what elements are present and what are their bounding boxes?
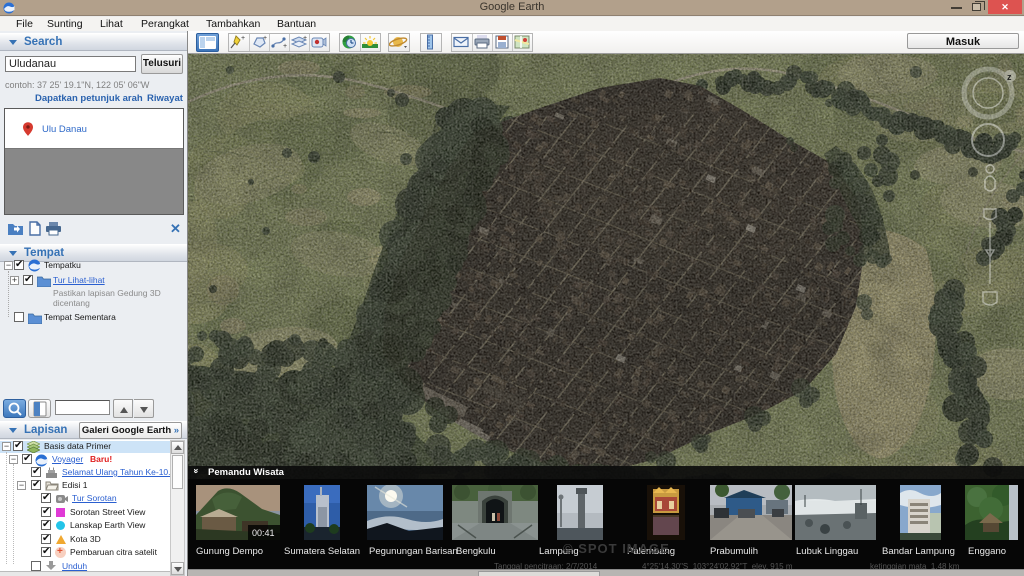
svg-text:+: + [283, 43, 287, 50]
svg-text:z: z [1007, 72, 1012, 82]
svg-text:00:41: 00:41 [252, 528, 275, 538]
svg-text:+: + [263, 35, 267, 42]
svg-text:+: + [303, 35, 307, 42]
svg-text:+: + [241, 35, 245, 42]
